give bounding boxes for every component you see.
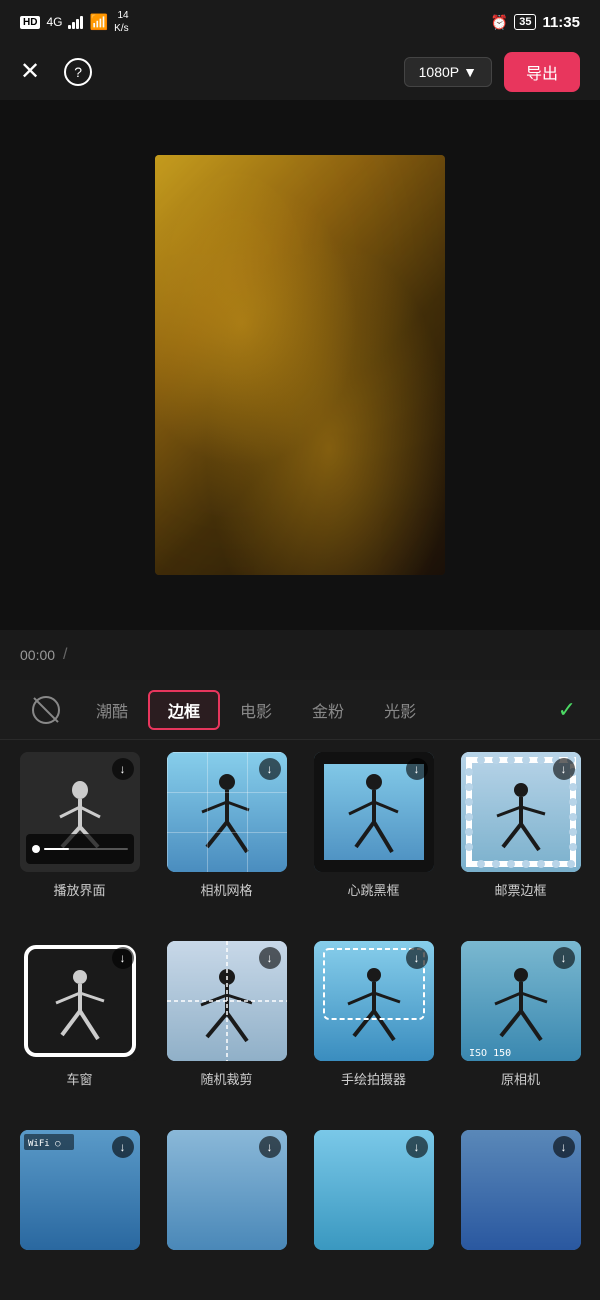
- status-right: ⏰ 35 11:35: [491, 14, 580, 31]
- filter-thumb-heart: ↓: [314, 752, 434, 872]
- filter-thumb-window: ↓: [20, 941, 140, 1061]
- video-overlay: [155, 155, 445, 575]
- top-toolbar: ✕ ? 1080P ▼ 导出: [0, 44, 600, 100]
- filter-label-sketch: 手绘拍摄器: [341, 1069, 406, 1088]
- filter-label-camera-grid: 相机网格: [200, 880, 252, 899]
- current-time: 00:00: [20, 647, 55, 663]
- filter-label-stamp: 邮票边框: [494, 880, 546, 899]
- player-dot: [32, 845, 40, 853]
- filter-tabs: 潮酷 边框 电影 金粉 光影 ✓: [0, 680, 600, 740]
- tab-trendy-label: 潮酷: [96, 704, 128, 721]
- content-area: 潮酷 边框 电影 金粉 光影 ✓: [0, 680, 600, 1300]
- download-icon[interactable]: ↓: [259, 758, 281, 780]
- filter-thumb-partial3: ↓: [314, 1130, 434, 1250]
- filter-thumb-random: ↓: [167, 941, 287, 1061]
- download-icon[interactable]: ↓: [112, 947, 134, 969]
- tab-light-label: 光影: [384, 704, 416, 721]
- help-button[interactable]: ?: [64, 58, 92, 86]
- alarm-icon: ⏰: [491, 14, 508, 31]
- download-icon[interactable]: ↓: [259, 1136, 281, 1158]
- download-icon[interactable]: ↓: [112, 758, 134, 780]
- tab-border[interactable]: 边框: [148, 690, 220, 730]
- tab-light[interactable]: 光影: [364, 690, 436, 730]
- filter-thumb-stamp: ↓: [461, 752, 581, 872]
- tab-none[interactable]: [16, 688, 76, 732]
- filter-label-heart: 心跳黑框: [347, 880, 399, 899]
- data-speed: 14 K/s: [114, 9, 128, 35]
- svg-text:ISO 150: ISO 150: [469, 1048, 511, 1059]
- wifi-icon: 📶: [89, 13, 108, 31]
- no-filter-icon: [32, 696, 60, 724]
- tab-gold-label: 金粉: [312, 704, 344, 721]
- time-separator: /: [63, 646, 67, 664]
- video-preview: [0, 100, 600, 630]
- confirm-button[interactable]: ✓: [542, 689, 584, 731]
- status-bar: HD 4G 📶 14 K/s ⏰ 35 11:35: [0, 0, 600, 44]
- filter-thumb-camera-grid: ↓: [167, 752, 287, 872]
- filter-label-player: 播放界面: [53, 880, 105, 899]
- filter-item-partial4[interactable]: ↓: [453, 1130, 588, 1288]
- filter-item-original[interactable]: ISO 150 ↓ 原相机: [453, 941, 588, 1118]
- filter-label-window: 车窗: [66, 1069, 92, 1088]
- svg-text:WiFi ○: WiFi ○: [28, 1139, 61, 1149]
- filter-thumb-partial2: ↓: [167, 1130, 287, 1250]
- time-display: 11:35: [542, 14, 580, 31]
- battery-level: 35: [514, 14, 536, 30]
- filter-item-partial3[interactable]: ↓: [306, 1130, 441, 1288]
- filter-grid: ↓ 播放界面: [0, 740, 600, 1300]
- download-icon[interactable]: ↓: [553, 758, 575, 780]
- video-frame: [155, 155, 445, 575]
- download-icon[interactable]: ↓: [112, 1136, 134, 1158]
- filter-thumb-partial4: ↓: [461, 1130, 581, 1250]
- toolbar-right: 1080P ▼ 导出: [404, 52, 580, 92]
- download-icon[interactable]: ↓: [553, 947, 575, 969]
- filter-label-original: 原相机: [501, 1069, 540, 1088]
- chevron-down-icon: ▼: [463, 64, 477, 80]
- resolution-button[interactable]: 1080P ▼: [404, 57, 492, 87]
- tab-cinema[interactable]: 电影: [220, 690, 292, 730]
- filter-thumb-original: ISO 150 ↓: [461, 941, 581, 1061]
- tab-trendy[interactable]: 潮酷: [76, 690, 148, 730]
- tab-cinema-label: 电影: [240, 704, 272, 721]
- download-icon[interactable]: ↓: [259, 947, 281, 969]
- timeline-bar[interactable]: 00:00 /: [0, 630, 600, 680]
- filter-thumb-player: ↓: [20, 752, 140, 872]
- question-icon: ?: [74, 64, 82, 80]
- hd-badge: HD: [20, 16, 40, 29]
- toolbar-left: ✕ ?: [20, 58, 92, 86]
- close-button[interactable]: ✕: [20, 60, 40, 84]
- filter-item-sketch[interactable]: ↓ 手绘拍摄器: [306, 941, 441, 1118]
- filter-item-partial1[interactable]: WiFi ○ ↓: [12, 1130, 147, 1288]
- filter-item-window[interactable]: ↓ 车窗: [12, 941, 147, 1118]
- export-button[interactable]: 导出: [504, 52, 580, 92]
- filter-item-partial2[interactable]: ↓: [159, 1130, 294, 1288]
- download-icon[interactable]: ↓: [406, 947, 428, 969]
- filter-item-player[interactable]: ↓ 播放界面: [12, 752, 147, 929]
- filter-label-random: 随机裁剪: [200, 1069, 252, 1088]
- download-icon[interactable]: ↓: [406, 758, 428, 780]
- tab-gold[interactable]: 金粉: [292, 690, 364, 730]
- filter-thumb-partial1: WiFi ○ ↓: [20, 1130, 140, 1250]
- status-left: HD 4G 📶 14 K/s: [20, 9, 129, 35]
- download-icon[interactable]: ↓: [406, 1136, 428, 1158]
- filter-item-heart[interactable]: ↓ 心跳黑框: [306, 752, 441, 929]
- filter-thumb-sketch: ↓: [314, 941, 434, 1061]
- tab-border-label: 边框: [168, 704, 200, 721]
- filter-item-camera-grid[interactable]: ↓ 相机网格: [159, 752, 294, 929]
- filter-item-random[interactable]: ↓ 随机裁剪: [159, 941, 294, 1118]
- download-icon[interactable]: ↓: [553, 1136, 575, 1158]
- filter-item-stamp[interactable]: ↓ 邮票边框: [453, 752, 588, 929]
- network-type: 4G: [46, 15, 62, 29]
- player-progress: [44, 848, 128, 850]
- signal-icon: [68, 15, 83, 29]
- resolution-label: 1080P: [419, 64, 459, 80]
